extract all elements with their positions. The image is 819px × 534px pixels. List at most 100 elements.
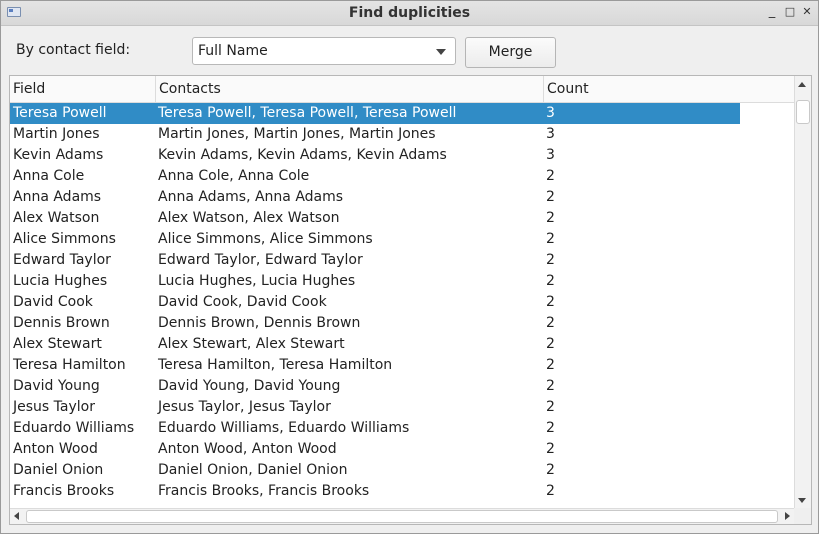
contacts-cell: David Young, David Young <box>158 378 341 394</box>
table-row[interactable]: Alice Simmons Alice Simmons, Alice Simmon… <box>10 229 740 250</box>
table-row[interactable]: Kevin Adams Kevin Adams, Kevin Adams, Kev… <box>10 145 740 166</box>
contact-field-value: Full Name <box>198 43 268 59</box>
field-cell: Jesus Taylor <box>13 399 95 415</box>
scroll-right-icon[interactable] <box>785 512 790 520</box>
count-cell: 3 <box>546 126 555 142</box>
table-row[interactable]: Anton Wood Anton Wood, Anton Wood 2 <box>10 439 740 460</box>
count-cell: 2 <box>546 462 555 478</box>
column-header-contacts[interactable]: Contacts <box>156 76 544 102</box>
contacts-cell: Dennis Brown, Dennis Brown <box>158 315 361 331</box>
count-cell: 2 <box>546 357 555 373</box>
field-cell: Kevin Adams <box>13 147 104 163</box>
count-cell: 2 <box>546 378 555 394</box>
title-bar[interactable]: Find duplicities _ □ ✕ <box>1 1 818 26</box>
table-row[interactable]: Francis Brooks Francis Brooks, Francis Br… <box>10 481 740 502</box>
field-cell: Anna Cole <box>13 168 85 184</box>
contacts-cell: Teresa Powell, Teresa Powell, Teresa Pow… <box>158 105 457 121</box>
maximize-button[interactable]: □ <box>783 4 797 20</box>
table-row[interactable]: Anna Adams Anna Adams, Anna Adams 2 <box>10 187 740 208</box>
contacts-cell: Kevin Adams, Kevin Adams, Kevin Adams <box>158 147 447 163</box>
merge-button[interactable]: Merge <box>465 37 556 68</box>
count-cell: 3 <box>546 147 555 163</box>
field-cell: David Young <box>13 378 100 394</box>
count-cell: 2 <box>546 336 555 352</box>
count-cell: 2 <box>546 252 555 268</box>
table-row[interactable]: David Cook David Cook, David Cook 2 <box>10 292 740 313</box>
contacts-cell: Alice Simmons, Alice Simmons <box>158 231 373 247</box>
chevron-down-icon <box>436 49 446 55</box>
table-row[interactable]: Martin Jones Martin Jones, Martin Jones, … <box>10 124 740 145</box>
contacts-cell: David Cook, David Cook <box>158 294 327 310</box>
count-cell: 2 <box>546 231 555 247</box>
field-cell: Anton Wood <box>13 441 98 457</box>
table-row[interactable]: Teresa Hamilton Teresa Hamilton, Teresa H… <box>10 355 740 376</box>
table-row[interactable]: Dennis Brown Dennis Brown, Dennis Brown 2 <box>10 313 740 334</box>
count-cell: 2 <box>546 294 555 310</box>
duplicates-table: Field Contacts Count Teresa Powell Teresa… <box>9 75 812 525</box>
contacts-cell: Anna Adams, Anna Adams <box>158 189 344 205</box>
count-cell: 2 <box>546 483 555 499</box>
table-row[interactable]: David Young David Young, David Young 2 <box>10 376 740 397</box>
contacts-cell: Martin Jones, Martin Jones, Martin Jones <box>158 126 436 142</box>
table-row[interactable]: Jesus Taylor Jesus Taylor, Jesus Taylor 2 <box>10 397 740 418</box>
table-row[interactable]: Edward Taylor Edward Taylor, Edward Taylo… <box>10 250 740 271</box>
minimize-button[interactable]: _ <box>765 4 779 20</box>
field-cell: Teresa Powell <box>13 105 107 121</box>
count-cell: 2 <box>546 273 555 289</box>
contacts-cell: Eduardo Williams, Eduardo Williams <box>158 420 410 436</box>
field-cell: Eduardo Williams <box>13 420 135 436</box>
contacts-cell: Jesus Taylor, Jesus Taylor <box>158 399 331 415</box>
table-row[interactable]: Lucia Hughes Lucia Hughes, Lucia Hughes 2 <box>10 271 740 292</box>
count-cell: 2 <box>546 189 555 205</box>
table-body: Teresa Powell Teresa Powell, Teresa Powel… <box>10 103 794 509</box>
horizontal-scroll-thumb[interactable] <box>26 510 778 523</box>
contact-field-select[interactable]: Full Name <box>192 37 456 65</box>
table-row[interactable]: Alex Watson Alex Watson, Alex Watson 2 <box>10 208 740 229</box>
field-cell: David Cook <box>13 294 93 310</box>
count-cell: 2 <box>546 420 555 436</box>
find-duplicities-window: Find duplicities _ □ ✕ By contact field:… <box>0 0 819 534</box>
contacts-cell: Edward Taylor, Edward Taylor <box>158 252 363 268</box>
field-cell: Francis Brooks <box>13 483 115 499</box>
table-row[interactable]: Teresa Powell Teresa Powell, Teresa Powel… <box>10 103 740 124</box>
count-cell: 3 <box>546 105 555 121</box>
table-row[interactable]: Daniel Onion Daniel Onion, Daniel Onion 2 <box>10 460 740 481</box>
scroll-up-icon[interactable] <box>798 82 806 87</box>
count-cell: 2 <box>546 315 555 331</box>
field-cell: Martin Jones <box>13 126 100 142</box>
scroll-down-icon[interactable] <box>798 498 806 503</box>
field-cell: Dennis Brown <box>13 315 110 331</box>
window-title: Find duplicities <box>348 5 471 21</box>
close-button[interactable]: ✕ <box>800 4 814 20</box>
contacts-cell: Anna Cole, Anna Cole <box>158 168 310 184</box>
vertical-scrollbar[interactable] <box>794 76 811 509</box>
table-row[interactable]: Anna Cole Anna Cole, Anna Cole 2 <box>10 166 740 187</box>
field-cell: Alex Stewart <box>13 336 102 352</box>
count-cell: 2 <box>546 168 555 184</box>
contacts-cell: Teresa Hamilton, Teresa Hamilton <box>158 357 393 373</box>
table-header: Field Contacts Count <box>10 76 794 103</box>
table-row[interactable]: Eduardo Williams Eduardo Williams, Eduard… <box>10 418 740 439</box>
field-cell: Anna Adams <box>13 189 102 205</box>
contacts-cell: Daniel Onion, Daniel Onion <box>158 462 348 478</box>
count-cell: 2 <box>546 399 555 415</box>
field-cell: Alice Simmons <box>13 231 116 247</box>
field-cell: Daniel Onion <box>13 462 104 478</box>
contacts-cell: Francis Brooks, Francis Brooks <box>158 483 370 499</box>
contacts-cell: Lucia Hughes, Lucia Hughes <box>158 273 356 289</box>
contacts-cell: Alex Stewart, Alex Stewart <box>158 336 345 352</box>
contacts-cell: Alex Watson, Alex Watson <box>158 210 340 226</box>
field-cell: Teresa Hamilton <box>13 357 126 373</box>
contact-field-label: By contact field: <box>16 42 131 58</box>
column-header-field[interactable]: Field <box>10 76 156 102</box>
count-cell: 2 <box>546 210 555 226</box>
field-cell: Alex Watson <box>13 210 100 226</box>
column-header-count[interactable]: Count <box>544 76 794 102</box>
field-cell: Edward Taylor <box>13 252 111 268</box>
vertical-scroll-thumb[interactable] <box>796 100 810 124</box>
contacts-cell: Anton Wood, Anton Wood <box>158 441 337 457</box>
table-row[interactable]: Alex Stewart Alex Stewart, Alex Stewart 2 <box>10 334 740 355</box>
scroll-left-icon[interactable] <box>14 512 19 520</box>
horizontal-scrollbar[interactable] <box>10 508 794 524</box>
scrollbar-corner <box>794 508 811 524</box>
